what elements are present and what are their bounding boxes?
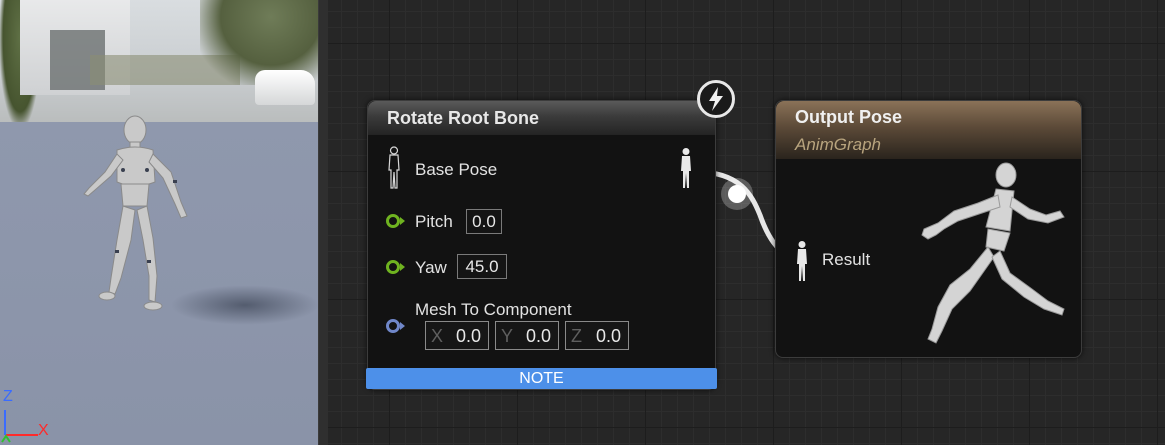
rotate-root-bone-node[interactable]: Rotate Root Bone Base Pose Pitch 0.0 Yaw…	[366, 100, 717, 390]
node-title: Output Pose	[795, 107, 902, 127]
output-pose-node[interactable]: Output Pose AnimGraph Result	[775, 100, 1082, 358]
node-subtitle: AnimGraph	[795, 135, 881, 154]
pitch-label: Pitch	[415, 212, 453, 231]
node-header[interactable]: Rotate Root Bone	[368, 101, 715, 135]
mesh-x-input[interactable]: X 0.0	[425, 321, 489, 350]
mesh-to-component-label: Mesh To Component	[415, 300, 572, 319]
running-mannequin-icon	[921, 162, 1065, 344]
yaw-label: Yaw	[415, 258, 447, 277]
y-value: 0.0	[525, 326, 551, 346]
pose-pin-icon[interactable]	[794, 240, 810, 282]
pitch-pin[interactable]	[386, 214, 400, 228]
yaw-input[interactable]: 45.0	[457, 254, 507, 279]
pose-output-pin-icon[interactable]	[678, 147, 694, 189]
mesh-y-input[interactable]: Y 0.0	[495, 321, 559, 350]
x-value: 0.0	[455, 326, 481, 346]
z-axis-label: Z	[571, 326, 582, 346]
yaw-pin[interactable]	[386, 260, 400, 274]
fast-path-badge	[697, 80, 735, 118]
node-header[interactable]: Output Pose AnimGraph	[776, 101, 1081, 159]
pin-arrow-icon	[400, 217, 405, 225]
result-label: Result	[822, 250, 871, 269]
pitch-input[interactable]: 0.0	[466, 209, 502, 234]
pose-pin-icon[interactable]	[386, 146, 402, 190]
pin-arrow-icon	[400, 263, 405, 271]
mesh-z-input[interactable]: Z 0.0	[565, 321, 629, 350]
pin-arrow-icon	[400, 322, 405, 330]
note-bar[interactable]: NOTE	[366, 368, 717, 389]
x-axis-label: X	[431, 326, 444, 346]
mesh-to-component-pin[interactable]	[386, 319, 400, 333]
node-title: Rotate Root Bone	[387, 108, 539, 128]
z-value: 0.0	[595, 326, 621, 346]
base-pose-label: Base Pose	[415, 160, 498, 179]
lightning-bolt-icon	[709, 87, 723, 111]
y-axis-label: Y	[501, 326, 514, 346]
